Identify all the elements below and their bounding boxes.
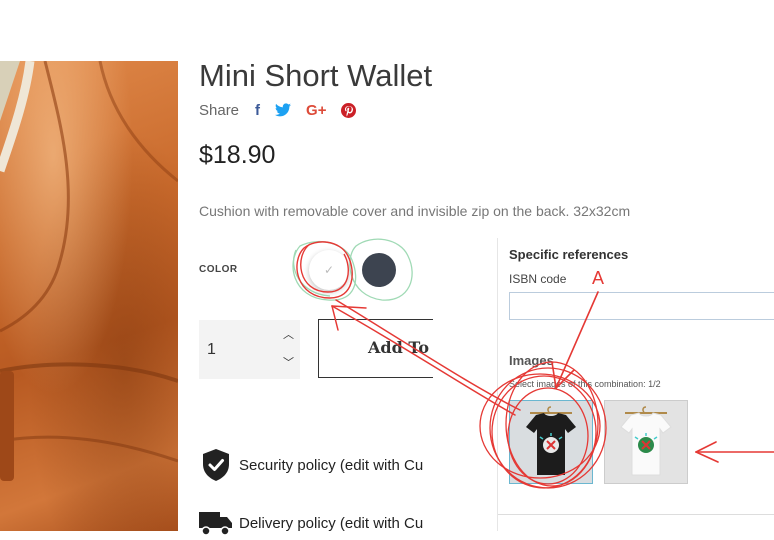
annotation-letter: A	[592, 268, 605, 288]
color-label: COLOR	[199, 264, 238, 275]
google-plus-icon[interactable]: G+	[306, 101, 326, 119]
quantity-stepper: 1 ︿ ﹀	[199, 320, 300, 379]
quantity-input[interactable]: 1	[207, 341, 216, 359]
product-price: $18.90	[199, 141, 276, 169]
images-label: Images	[509, 353, 554, 368]
images-hint: Select images of this combination: 1/2	[509, 379, 661, 389]
security-policy: Security policy (edit with Cu	[199, 448, 423, 482]
share-row: Share f G+	[199, 100, 371, 120]
pinterest-icon[interactable]	[341, 101, 357, 119]
divider	[498, 514, 774, 515]
chevron-down-icon[interactable]: ﹀	[283, 357, 294, 369]
security-policy-label: Security policy (edit with Cu	[239, 456, 424, 474]
product-description: Cushion with removable cover and invisib…	[199, 203, 631, 219]
thumbnail-white-tshirt[interactable]	[604, 400, 688, 484]
twitter-icon[interactable]	[275, 101, 292, 119]
thumbnail-black-tshirt[interactable]	[509, 400, 593, 484]
chevron-up-icon[interactable]: ︿	[283, 329, 294, 341]
share-label: Share	[199, 101, 240, 119]
white-tshirt-image	[620, 406, 672, 476]
delivery-policy: Delivery policy (edit with Cu	[199, 506, 423, 540]
color-swatch-white[interactable]: ✓	[309, 250, 349, 290]
admin-combination-panel: Specific references ISBN code Images Sel…	[497, 238, 774, 531]
black-tshirt-image	[526, 406, 576, 475]
product-image	[0, 61, 178, 531]
overlap-mask	[433, 310, 498, 390]
specific-references-heading: Specific references	[509, 247, 629, 262]
truck-icon	[199, 506, 233, 540]
facebook-icon[interactable]: f	[255, 101, 260, 119]
isbn-label: ISBN code	[509, 272, 567, 286]
shield-check-icon	[199, 448, 233, 482]
product-title: Mini Short Wallet	[199, 58, 433, 93]
color-swatch-dark-grey[interactable]	[362, 253, 396, 287]
isbn-input[interactable]	[509, 292, 774, 320]
delivery-policy-label: Delivery policy (edit with Cu	[239, 514, 424, 532]
check-icon: ✓	[323, 263, 335, 277]
leather-texture	[0, 61, 178, 481]
